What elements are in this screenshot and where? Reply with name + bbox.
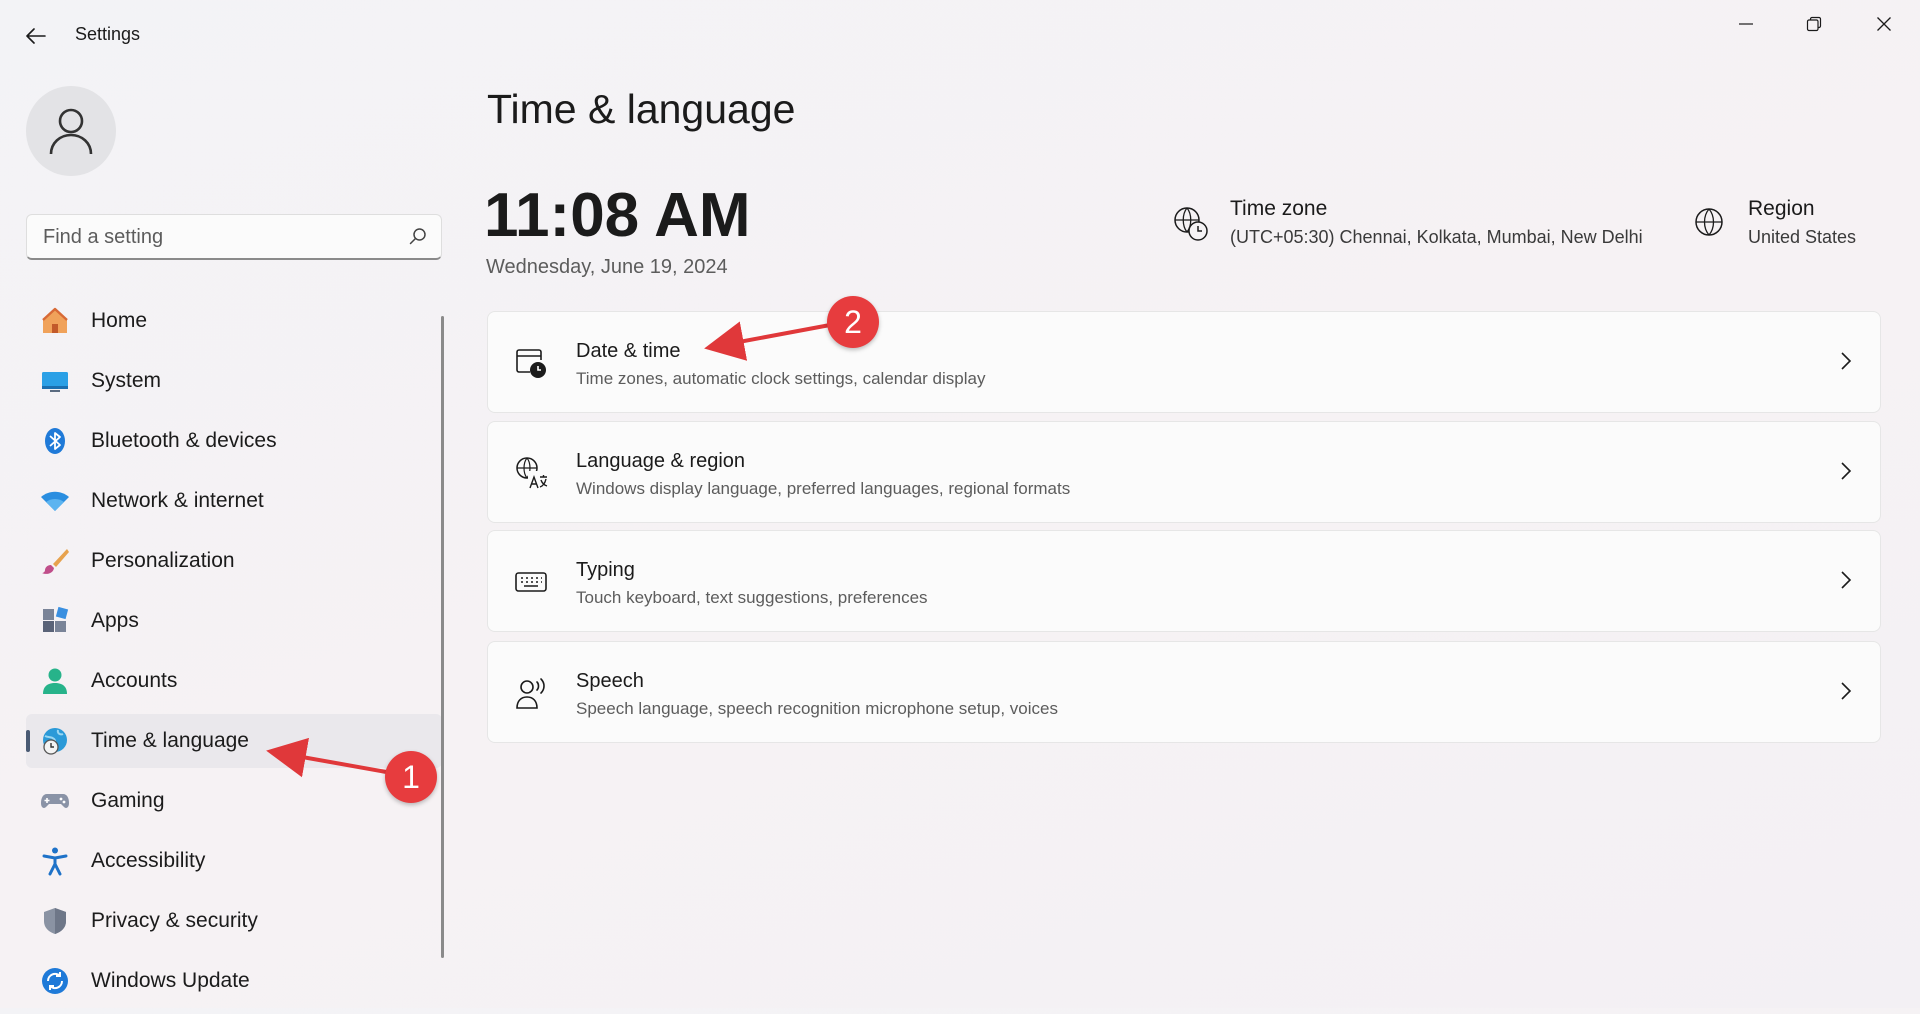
wifi-icon [40,486,70,516]
sidebar-item-label: Personalization [91,549,235,572]
sidebar-item-label: Apps [91,609,139,632]
sidebar-item-gaming[interactable]: Gaming [26,774,442,828]
card-description: Time zones, automatic clock settings, ca… [576,369,986,388]
sidebar-item-label: Home [91,309,148,332]
typing-card[interactable]: Typing Touch keyboard, text suggestions,… [487,530,1881,632]
close-button[interactable] [1850,0,1918,48]
gamepad-icon [40,786,70,816]
current-time: 11:08 AM [484,181,751,250]
card-title: Typing [576,559,635,581]
sidebar-item-apps[interactable]: Apps [26,594,442,648]
region-title: Region [1748,197,1815,220]
minimize-icon [1739,23,1753,25]
sidebar-item-accessibility[interactable]: Accessibility [26,834,442,888]
restore-icon [1806,16,1822,32]
sidebar-item-system[interactable]: System [26,354,442,408]
globe-clock-icon [40,726,70,756]
page-title: Time & language [487,86,796,132]
sidebar-item-label: Time & language [91,729,249,752]
system-icon [40,366,70,396]
home-icon [40,306,70,336]
language-icon [516,457,548,490]
sidebar-item-accounts[interactable]: Accounts [26,654,442,708]
apps-icon [40,606,70,636]
arrow-left-icon [26,28,46,44]
sidebar-item-label: Privacy & security [91,909,258,932]
update-icon [40,966,70,996]
accounts-icon [40,666,70,696]
region-info[interactable]: Region United States [1690,197,1856,248]
app-title: Settings [75,24,141,44]
globe-icon [1695,208,1723,236]
speech-icon [516,678,545,709]
chevron-right-icon [1841,462,1852,480]
shield-icon [40,906,70,936]
search-box[interactable] [26,214,442,260]
timezone-title: Time zone [1230,197,1328,220]
user-icon [49,108,93,155]
date-time-card[interactable]: Date & time Time zones, automatic clock … [487,311,1881,413]
current-date: Wednesday, June 19, 2024 [486,256,728,278]
keyboard-icon [515,572,547,592]
sidebar-item-label: Gaming [91,789,165,812]
card-description: Touch keyboard, text suggestions, prefer… [576,588,928,607]
minimize-button[interactable] [1712,0,1780,48]
selection-indicator [26,730,30,752]
sidebar-item-label: Bluetooth & devices [91,429,277,452]
search-input[interactable] [41,215,405,259]
annotation-badge-2: 2 [827,296,879,348]
title-bar: Settings [0,0,1920,72]
sidebar-item-home[interactable]: Home [26,294,442,348]
card-title: Speech [576,670,644,692]
sidebar-item-label: Accounts [91,669,178,692]
card-description: Speech language, speech recognition micr… [576,699,1058,718]
sidebar-item-personalization[interactable]: Personalization [26,534,442,588]
sidebar-item-label: Network & internet [91,489,264,512]
chevron-right-icon [1841,682,1852,700]
close-icon [1877,17,1891,31]
card-description: Windows display language, preferred lang… [576,479,1071,498]
back-button[interactable] [18,18,54,54]
brush-icon [40,546,70,576]
sidebar-scrollbar[interactable] [441,316,444,958]
search-icon[interactable] [409,227,427,245]
language-region-card[interactable]: Language & region Windows display langua… [487,421,1881,523]
sidebar-item-label: Accessibility [91,849,206,872]
chevron-right-icon [1841,571,1852,589]
timezone-info[interactable]: Time zone (UTC+05:30) Chennai, Kolkata, … [1172,197,1643,248]
sidebar-item-windows-update[interactable]: Windows Update [26,954,442,1008]
sidebar-item-privacy[interactable]: Privacy & security [26,894,442,948]
speech-card[interactable]: Speech Speech language, speech recogniti… [487,641,1881,743]
sidebar-item-label: System [91,369,162,392]
sidebar-item-network[interactable]: Network & internet [26,474,442,528]
sidebar-nav: Home System Bluetooth & devices Network … [26,294,442,1014]
card-title: Language & region [576,450,746,472]
sidebar-item-time-language[interactable]: Time & language [26,714,442,768]
accessibility-icon [40,846,70,876]
card-title: Date & time [576,340,681,362]
region-value: United States [1748,227,1857,247]
timezone-value: (UTC+05:30) Chennai, Kolkata, Mumbai, Ne… [1230,227,1643,247]
annotation-badge-1: 1 [385,751,437,803]
bluetooth-icon [40,426,70,456]
user-avatar[interactable] [26,86,116,176]
calendar-clock-icon [516,349,546,378]
timezone-icon [1174,207,1208,241]
sidebar-item-label: Windows Update [91,969,250,992]
restore-button[interactable] [1780,0,1848,48]
chevron-right-icon [1841,352,1852,370]
sidebar-item-bluetooth[interactable]: Bluetooth & devices [26,414,442,468]
